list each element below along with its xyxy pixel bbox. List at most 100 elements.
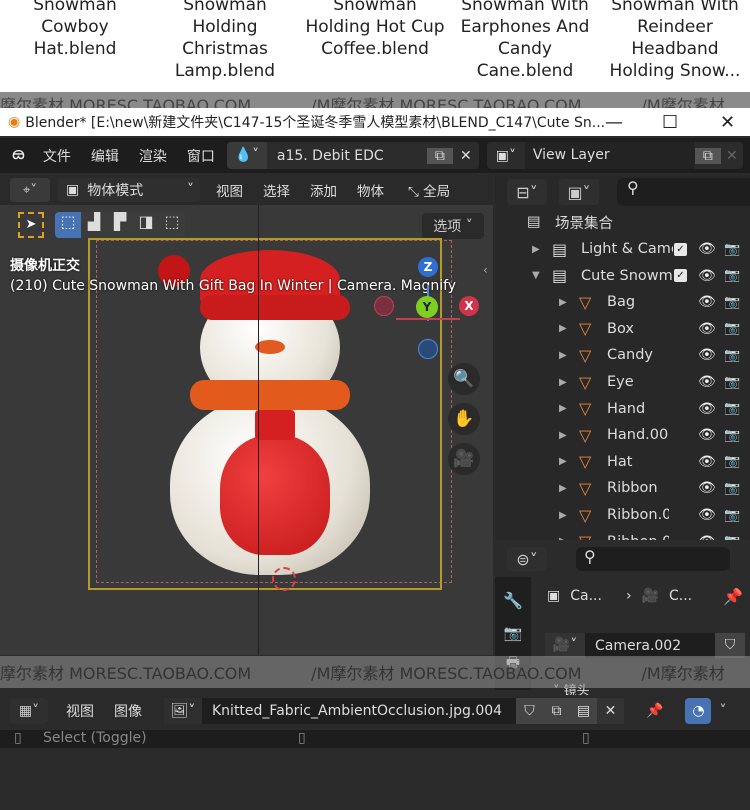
select-intersect-icon[interactable]: ⬚	[159, 212, 185, 238]
collapsed-arrow-icon[interactable]: ▶	[559, 430, 567, 441]
delete-scene-icon[interactable]: ✕	[453, 148, 479, 164]
transform-orientation[interactable]: ⤡ 全局	[408, 180, 450, 200]
eye-icon[interactable]: 👁	[698, 347, 716, 363]
eye-icon[interactable]: 👁	[698, 427, 716, 443]
gizmo-y[interactable]: Y	[416, 296, 438, 318]
select-tool-icon[interactable]: ➤	[18, 212, 44, 238]
camera-datablock-icon[interactable]: 🎥˅	[545, 633, 585, 658]
select-new-icon[interactable]: ⬚	[55, 212, 81, 238]
scene-collection-row[interactable]: ▤ 场景集合	[495, 209, 750, 235]
gizmo-x[interactable]: X	[459, 296, 479, 316]
3d-cursor[interactable]	[272, 567, 296, 591]
eye-icon[interactable]: 👁	[698, 294, 716, 310]
scene-name[interactable]: a15. Debit EDC	[267, 148, 427, 164]
menu-view[interactable]: 视图	[206, 180, 253, 200]
outliner-display-mode-icon[interactable]: ⊟˅	[507, 179, 547, 205]
pan-hand-icon[interactable]: ✋	[448, 403, 480, 435]
menu-select[interactable]: 选择	[253, 180, 300, 200]
options-dropdown[interactable]: 选项 ˅	[422, 213, 484, 239]
menu-edit[interactable]: 编辑	[81, 146, 129, 166]
render-tab-icon[interactable]: 📷	[495, 624, 531, 642]
chevron-down-icon[interactable]: ˅	[719, 703, 726, 719]
exclude-checkbox[interactable]: ✓	[674, 242, 687, 256]
image-editor-type-icon[interactable]: ▦˅	[10, 698, 48, 724]
render-camera-icon[interactable]: 📷	[724, 375, 740, 390]
eye-icon[interactable]: 👁	[698, 454, 716, 470]
copy-scene-icon[interactable]: ⧉	[426, 147, 453, 164]
view-layer-name[interactable]: View Layer	[524, 142, 695, 169]
render-camera-icon[interactable]: 📷	[724, 401, 740, 416]
collapsed-arrow-icon[interactable]: ▶	[559, 510, 567, 521]
outliner-row[interactable]: ▶ ▽ Candy 👁 📷	[495, 342, 750, 368]
blender-menu-icon[interactable]: ౚ	[0, 143, 33, 168]
outliner-row[interactable]: ▶ ▽ Eye 👁 📷	[495, 369, 750, 395]
render-camera-icon[interactable]: 📷	[724, 348, 740, 363]
file-item[interactable]: Snowman Holding Hot Cup Coffee.blend	[300, 0, 450, 92]
maximize-button[interactable]: ☐	[662, 112, 678, 133]
menu-render[interactable]: 渲染	[129, 146, 177, 166]
menu-file[interactable]: 文件	[33, 146, 81, 166]
outliner-filter-icon[interactable]: ▣˅	[559, 179, 599, 205]
select-invert-icon[interactable]: ◨	[133, 212, 159, 238]
collapsed-arrow-icon[interactable]: ▶	[559, 350, 567, 361]
file-item[interactable]: Snowman Cowboy Hat.blend	[0, 0, 150, 92]
properties-editor-type-icon[interactable]: ⊜˅	[507, 547, 547, 571]
select-subtract-icon[interactable]: ▛	[107, 212, 133, 238]
collapsed-arrow-icon[interactable]: ▶	[559, 483, 567, 494]
outliner-row[interactable]: ▶ ▤ Light & Camera✓ 👁 📷	[495, 236, 750, 262]
minimize-button[interactable]: —	[605, 112, 623, 133]
gizmo-z[interactable]: Z	[418, 257, 438, 277]
editor-type-icon[interactable]: ⌖˅	[10, 178, 50, 202]
eye-icon[interactable]: 👁	[698, 321, 716, 337]
menu-object[interactable]: 物体	[347, 180, 394, 200]
close-button[interactable]: ✕	[720, 112, 735, 133]
zoom-icon[interactable]: 🔍	[448, 363, 480, 395]
camera-datablock-field[interactable]: 🎥˅ Camera.002 ⛉	[545, 633, 745, 658]
render-camera-icon[interactable]: 📷	[724, 242, 740, 257]
render-camera-icon[interactable]: 📷	[724, 454, 740, 469]
view-mode-icon[interactable]: ◔	[685, 698, 712, 724]
menu-add[interactable]: 添加	[300, 180, 347, 200]
tool-tab-icon[interactable]: 🔧	[495, 591, 531, 610]
camera-name[interactable]: Camera.002	[585, 638, 715, 654]
render-camera-icon[interactable]: 📷	[724, 481, 740, 496]
eye-icon[interactable]: 👁	[698, 507, 716, 523]
camera-view-icon[interactable]: 🎥	[448, 443, 480, 475]
menu-image[interactable]: 图像	[104, 701, 152, 721]
exclude-checkbox[interactable]: ✓	[674, 269, 687, 283]
view-layer-selector[interactable]: ▣˅ View Layer ⧉ ✕	[486, 142, 743, 169]
render-camera-icon[interactable]: 📷	[724, 428, 740, 443]
menu-window[interactable]: 窗口	[177, 146, 225, 166]
render-camera-icon[interactable]: 📷	[724, 321, 740, 336]
scene-selector[interactable]: 💧˅ a15. Debit EDC ⧉ ✕	[226, 142, 479, 169]
outliner-row[interactable]: ▶ ▽ Bag 👁 📷	[495, 289, 750, 315]
outliner-row[interactable]: ▶ ▽ Ribbon 👁 📷	[495, 475, 750, 501]
copy-view-layer-icon[interactable]: ⧉	[694, 147, 721, 164]
pin-icon[interactable]: 📌	[646, 703, 663, 719]
pin-icon[interactable]: 📌	[723, 587, 743, 606]
navigation-gizmo[interactable]: Z Y X	[374, 257, 479, 361]
eye-icon[interactable]: 👁	[698, 401, 716, 417]
unlink-image-icon[interactable]: ✕	[597, 698, 624, 724]
file-item[interactable]: Snowman Holding Christmas Lamp.blend	[150, 0, 300, 92]
gizmo-neg-z[interactable]	[418, 339, 438, 359]
outliner-row[interactable]: ▶ ▽ Hat 👁 📷	[495, 449, 750, 475]
outliner-row[interactable]: ▶ ▽ Hand 👁 📷	[495, 396, 750, 422]
outliner-row[interactable]: ▶ ▽ Ribbon.001 👁 📷	[495, 502, 750, 528]
new-image-icon[interactable]: ⧉	[543, 698, 570, 724]
outliner-search-input[interactable]: ⚲	[617, 178, 750, 206]
sidebar-toggle-icon[interactable]: ‹	[483, 263, 488, 277]
file-item[interactable]: Snowman With Earphones And Candy Cane.bl…	[450, 0, 600, 92]
image-name[interactable]: Knitted_Fabric_AmbientOcclusion.jpg.004	[202, 703, 516, 719]
eye-icon[interactable]: 👁	[698, 480, 716, 496]
collapsed-arrow-icon[interactable]: ▶	[559, 323, 567, 334]
mode-selector[interactable]: ▣ 物体模式 ˅	[58, 178, 200, 202]
collapsed-arrow-icon[interactable]: ▶	[532, 244, 540, 255]
gizmo-neg-x[interactable]	[374, 296, 394, 316]
fake-user-shield-icon[interactable]: ⛉	[715, 633, 745, 658]
properties-search-input[interactable]: ⚲	[576, 547, 730, 571]
eye-icon[interactable]: 👁	[698, 268, 716, 284]
collapsed-arrow-icon[interactable]: ▶	[559, 377, 567, 388]
outliner-row[interactable]: ▶ ▽ Box 👁 📷	[495, 316, 750, 342]
menu-view[interactable]: 视图	[56, 701, 104, 721]
